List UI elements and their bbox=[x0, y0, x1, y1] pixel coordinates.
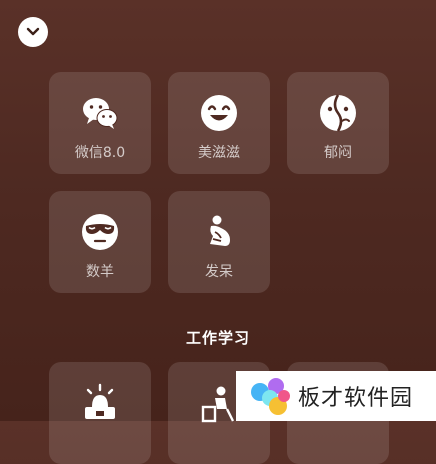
status-tile-happy[interactable]: 美滋滋 bbox=[168, 72, 270, 174]
daze-icon bbox=[199, 212, 239, 252]
tile-label: 发呆 bbox=[205, 264, 233, 280]
section-title-work-study: 工作学习 bbox=[185, 329, 250, 347]
tile-label: 微信8.0 bbox=[74, 145, 126, 161]
status-tile-counting-sheep[interactable]: 数羊 bbox=[49, 191, 151, 293]
gloomy-face-icon bbox=[318, 93, 358, 133]
status-tile-gloomy[interactable]: 郁闷 bbox=[287, 72, 389, 174]
sleep-mask-icon bbox=[80, 212, 120, 252]
watermark-logo-icon bbox=[251, 378, 290, 415]
smile-icon bbox=[199, 93, 239, 133]
status-tile-wechat[interactable]: 微信8.0 bbox=[49, 72, 151, 174]
collapse-button[interactable] bbox=[18, 17, 48, 47]
watermark-text: 板才软件园 bbox=[298, 386, 414, 411]
tile-label: 数羊 bbox=[86, 264, 114, 280]
desk-study-icon bbox=[199, 383, 239, 423]
watermark: 板才软件园 bbox=[236, 371, 436, 421]
tile-label: 美滋滋 bbox=[198, 145, 240, 161]
wechat-icon bbox=[80, 93, 120, 133]
chevron-down-icon bbox=[26, 27, 40, 36]
alarm-laptop-icon bbox=[80, 383, 120, 423]
tile-label: 郁闷 bbox=[324, 145, 352, 161]
status-tile-work-alarm[interactable] bbox=[49, 362, 151, 464]
status-tile-daze[interactable]: 发呆 bbox=[168, 191, 270, 293]
